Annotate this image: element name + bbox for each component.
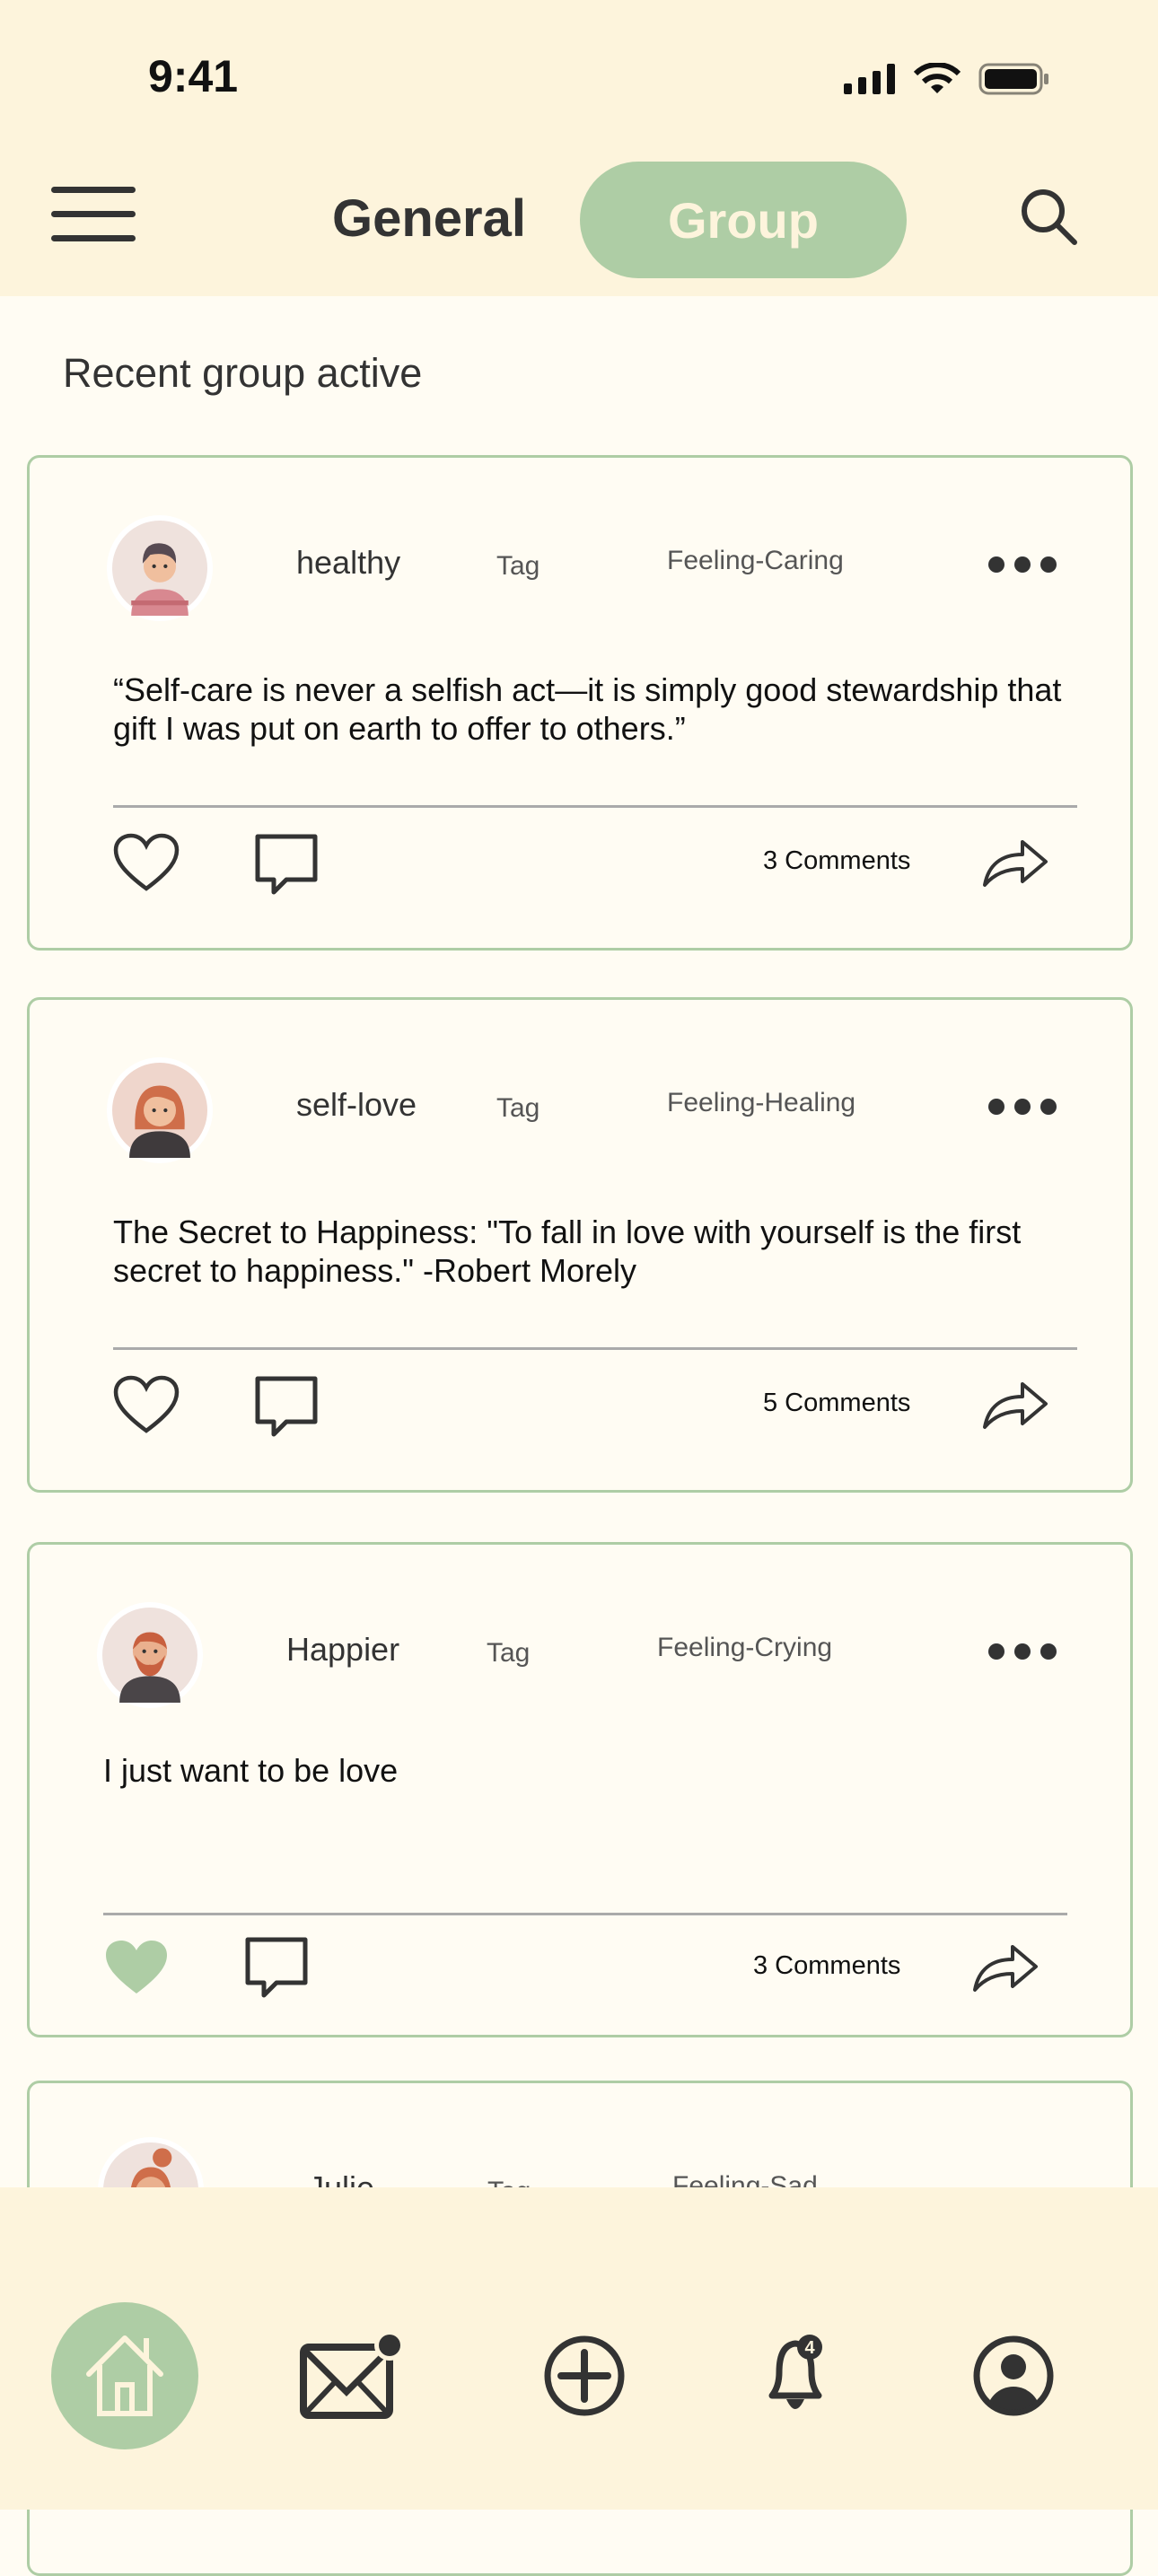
notification-badge: 4 bbox=[804, 2338, 815, 2358]
avatar[interactable] bbox=[107, 515, 213, 621]
comment-icon[interactable] bbox=[254, 1375, 319, 1438]
signal-icon bbox=[844, 64, 895, 94]
profile-icon bbox=[973, 2335, 1054, 2416]
nav-profile[interactable] bbox=[940, 2302, 1087, 2449]
mail-icon bbox=[300, 2331, 405, 2419]
divider bbox=[113, 1347, 1077, 1350]
feeling-label: Feeling-Healing bbox=[667, 1088, 856, 1117]
menu-button[interactable] bbox=[51, 187, 136, 242]
comment-count[interactable]: 5 Comments bbox=[763, 1389, 910, 1418]
post-text: I just want to be love bbox=[103, 1752, 399, 1789]
divider bbox=[103, 1913, 1067, 1915]
battery-icon bbox=[978, 63, 1048, 95]
share-icon[interactable] bbox=[971, 1940, 1040, 1993]
section-title: Recent group active bbox=[63, 350, 423, 396]
share-icon[interactable] bbox=[981, 1377, 1049, 1431]
post-text: “Self-care is never a selfish act—it is … bbox=[113, 671, 1062, 747]
heart-icon[interactable] bbox=[113, 1375, 180, 1434]
divider bbox=[113, 805, 1077, 808]
username[interactable]: Happier bbox=[286, 1631, 399, 1669]
username[interactable]: healthy bbox=[296, 544, 400, 582]
avatar[interactable] bbox=[107, 1057, 213, 1163]
home-icon bbox=[86, 2335, 163, 2416]
heart-icon[interactable] bbox=[113, 833, 180, 892]
post-card: healthy Tag Feeling-Caring “Self-care is… bbox=[27, 455, 1133, 951]
status-icons bbox=[844, 63, 1050, 95]
post-text: The Secret to Happiness: "To fall in lov… bbox=[113, 1214, 1022, 1289]
top-bar: 9:41 General Group bbox=[0, 0, 1158, 296]
comment-count[interactable]: 3 Comments bbox=[753, 1951, 900, 1981]
nav-messages[interactable] bbox=[278, 2302, 425, 2449]
feeling-label: Feeling-Caring bbox=[667, 546, 844, 575]
wifi-icon bbox=[914, 63, 961, 93]
username[interactable]: self-love bbox=[296, 1086, 417, 1124]
status-time: 9:41 bbox=[148, 51, 239, 101]
feeling-label: Feeling-Crying bbox=[657, 1633, 833, 1662]
avatar[interactable] bbox=[97, 1602, 203, 1708]
bell-icon: 4 bbox=[768, 2335, 822, 2409]
nav-notifications[interactable]: 4 bbox=[724, 2302, 871, 2449]
more-options-icon[interactable] bbox=[988, 1099, 1057, 1115]
share-icon[interactable] bbox=[981, 835, 1049, 889]
post-card: self-love Tag Feeling-Healing The Secret… bbox=[27, 997, 1133, 1493]
bottom-nav: 4 bbox=[0, 2187, 1158, 2510]
nav-create[interactable] bbox=[511, 2302, 658, 2449]
comment-icon[interactable] bbox=[254, 833, 319, 896]
post-card: Happier Tag Feeling-Crying I just want t… bbox=[27, 1542, 1133, 2037]
more-options-icon[interactable] bbox=[988, 556, 1057, 573]
search-icon[interactable] bbox=[1019, 187, 1078, 246]
more-options-icon[interactable] bbox=[988, 1643, 1057, 1660]
tag-label[interactable]: Tag bbox=[496, 551, 540, 582]
comment-count[interactable]: 3 Comments bbox=[763, 846, 910, 876]
heart-filled-icon[interactable] bbox=[103, 1938, 170, 1997]
nav-home[interactable] bbox=[51, 2302, 198, 2449]
tab-group[interactable]: Group bbox=[580, 162, 907, 278]
tag-label[interactable]: Tag bbox=[487, 1638, 530, 1669]
plus-circle-icon bbox=[544, 2335, 625, 2416]
tag-label[interactable]: Tag bbox=[496, 1093, 540, 1124]
tab-general[interactable]: General bbox=[332, 188, 526, 249]
comment-icon[interactable] bbox=[244, 1936, 309, 1999]
